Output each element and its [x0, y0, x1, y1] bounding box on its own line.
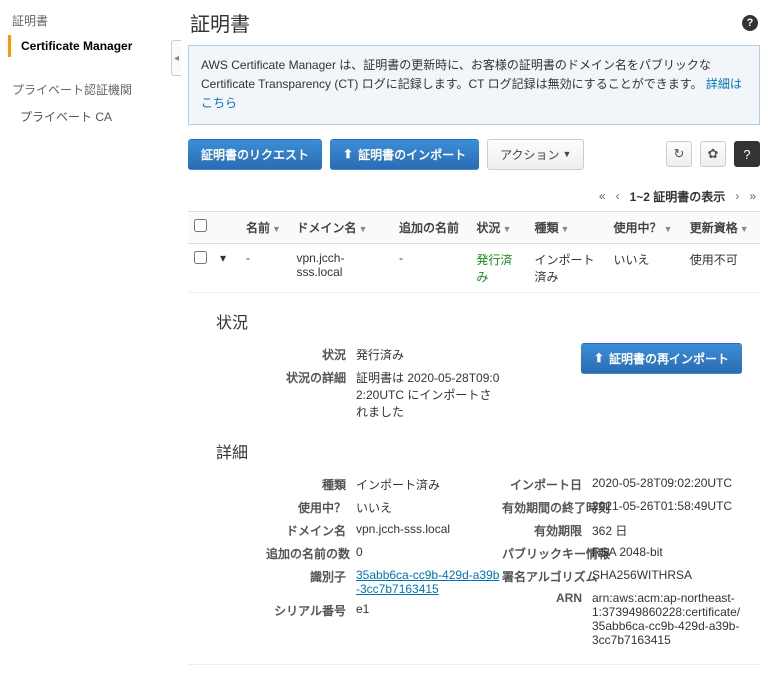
page-first[interactable]: « [599, 189, 606, 203]
k-signature: 署名アルゴリズム [502, 568, 592, 585]
page-prev[interactable]: ‹ [616, 189, 620, 203]
k-arn: ARN [502, 591, 592, 605]
reimport-button[interactable]: ⬆ 証明書の再インポート [581, 343, 742, 374]
page-last[interactable]: » [749, 189, 756, 203]
v-valid-days: 362 日 [592, 522, 742, 539]
col-type[interactable]: 種類▼ [528, 211, 607, 243]
row-checkbox[interactable] [194, 251, 207, 264]
status-heading: 状況 [216, 309, 742, 333]
col-additional[interactable]: 追加の名前 [393, 211, 470, 243]
import-label: 証明書のインポート [358, 146, 466, 163]
ct-info-banner: AWS Certificate Manager は、証明書の更新時に、お客様の証… [188, 45, 760, 125]
pagination: « ‹ 1~2 証明書の表示 › » [188, 182, 760, 211]
sidebar: 証明書 Certificate Manager プライベート認証機関 プライベー… [0, 0, 180, 677]
cell-inuse: いいえ [607, 243, 683, 292]
settings-button[interactable]: ✿ [700, 141, 726, 167]
v-import-date: 2020-05-28T09:02:20UTC [592, 476, 742, 490]
upload-icon: ⬆ [343, 147, 353, 161]
col-status[interactable]: 状況▼ [470, 211, 528, 243]
k-expiry: 有効期間の終了時刻 [502, 499, 592, 516]
k-domain: ドメイン名 [266, 522, 356, 539]
v-type: インポート済み [356, 476, 502, 493]
k-serial: シリアル番号 [266, 602, 356, 619]
select-all-checkbox[interactable] [194, 219, 207, 232]
col-name[interactable]: 名前▼ [240, 211, 290, 243]
cell-type: インポート済み [528, 243, 607, 292]
v-serial: e1 [356, 602, 502, 616]
help-icon[interactable]: ? [742, 15, 758, 31]
v-identifier[interactable]: 35abb6ca-cc9b-429d-a39b-3cc7b7163415 [356, 568, 499, 596]
status-detail-value: 証明書は 2020-05-28T09:02:20UTC にインポートされました [356, 369, 502, 420]
import-certificate-button[interactable]: ⬆ 証明書のインポート [330, 139, 479, 170]
cell-name: - [240, 243, 290, 292]
k-public-key: パブリックキー情報 [502, 545, 592, 562]
v-expiry: 2021-05-26T01:58:49UTC [592, 499, 742, 513]
page-title: 証明書 [190, 8, 250, 37]
status-value: 発行済み [356, 346, 502, 363]
certificates-table: 名前▼ ドメイン名▼ 追加の名前 状況▼ 種類▼ 使用中？▼ 更新資格▼ ▾ -… [188, 211, 760, 665]
k-identifier: 識別子 [266, 568, 356, 585]
v-inuse: いいえ [356, 499, 502, 516]
page-next[interactable]: › [735, 189, 739, 203]
v-public-key: RSA 2048-bit [592, 545, 742, 559]
reimport-label: 証明書の再インポート [609, 350, 729, 367]
chevron-down-icon: ▼ [563, 149, 572, 159]
detail-heading: 詳細 [216, 439, 742, 463]
k-import-date: インポート日 [502, 476, 592, 493]
actions-label: アクション [500, 146, 559, 163]
sidebar-collapse-toggle[interactable]: ◂ [171, 40, 181, 76]
k-valid-days: 有効期限 [502, 522, 592, 539]
cell-status: 発行済み [470, 243, 528, 292]
col-domain[interactable]: ドメイン名▼ [290, 211, 393, 243]
k-additional: 追加の名前の数 [266, 545, 356, 562]
upload-icon: ⬆ [594, 351, 604, 365]
v-domain: vpn.jcch-sss.local [356, 522, 502, 536]
status-detail-label: 状況の詳細 [266, 369, 356, 386]
sidebar-header-pca: プライベート認証機関 [8, 77, 180, 104]
row-detail-panel: 状況 状況 発行済み 状況の詳細 証明書は 2020-05-2 [188, 293, 760, 664]
v-additional: 0 [356, 545, 502, 559]
sidebar-item-private-ca[interactable]: プライベート CA [8, 104, 180, 129]
k-type: 種類 [266, 476, 356, 493]
cell-renewal: 使用不可 [684, 243, 760, 292]
request-certificate-button[interactable]: 証明書のリクエスト [188, 139, 322, 170]
refresh-button[interactable]: ↻ [666, 141, 692, 167]
k-inuse: 使用中？ [266, 499, 356, 516]
banner-text: AWS Certificate Manager は、証明書の更新時に、お客様の証… [201, 58, 711, 91]
cell-additional: - [393, 243, 470, 292]
v-signature: SHA256WITHRSA [592, 568, 742, 582]
v-arn: arn:aws:acm:ap-northeast-1:373949860228:… [592, 591, 742, 647]
sidebar-header-certs: 証明書 [8, 8, 180, 35]
col-renewal[interactable]: 更新資格▼ [684, 211, 760, 243]
col-inuse[interactable]: 使用中？▼ [607, 211, 683, 243]
status-label: 状況 [266, 346, 356, 363]
table-row[interactable]: ▾ - vpn.jcch-sss.local - 発行済み インポート済み いい… [188, 243, 760, 292]
expand-toggle[interactable]: ▾ [214, 243, 240, 292]
page-range: 1~2 証明書の表示 [630, 188, 726, 205]
sidebar-item-certificate-manager[interactable]: Certificate Manager [8, 35, 180, 57]
actions-dropdown[interactable]: アクション ▼ [487, 139, 584, 170]
help-button[interactable]: ? [734, 141, 760, 167]
cell-domain: vpn.jcch-sss.local [290, 243, 393, 292]
main-content: 証明書 ? AWS Certificate Manager は、証明書の更新時に… [180, 0, 768, 677]
